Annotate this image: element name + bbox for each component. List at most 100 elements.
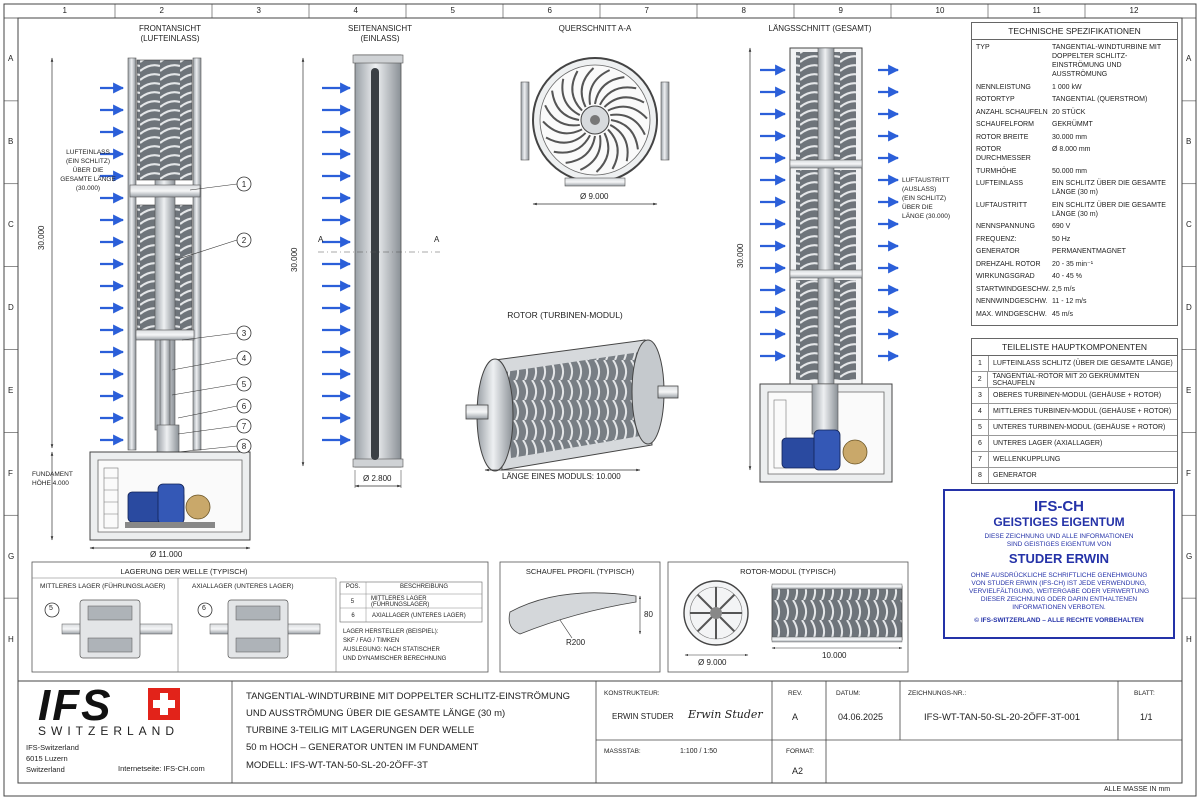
long-height-dim: 30.000 [736,243,745,268]
grid-row-label-left: E [8,385,14,395]
part-description: WELLENKUPPLUNG [993,456,1061,463]
parts-row: 1 LUFTEINLASS SCHLITZ (ÜBER DIE GESAMTE L… [972,356,1177,372]
note-line: Switzerland [26,765,65,774]
spec-row: LUFTAUSTRITT EIN SCHLITZ ÜBER DIE GESAMTE… [972,201,1177,219]
grid-row-label-right: G [1186,551,1193,561]
grid-col-label: 1 [62,6,67,15]
blade-height-dim: 80 [644,610,653,619]
spec-key: MAX. WINDGESCHW. [976,310,1047,318]
front-height-dim: 30.000 [37,225,46,250]
front-view [89,57,251,541]
company-logo-sub: SWITZERLAND [38,724,180,738]
spec-key: TURMHÖHE [976,167,1017,175]
note-line: FUNDAMENT [32,471,73,478]
designer-label: KONSTRUKTEUR: [604,690,660,697]
spec-row: WIRKUNGSGRAD 40 - 45 % [972,272,1177,281]
module-dia-dim: Ø 9.000 [698,658,727,667]
grid-row-label-left: A [8,54,14,64]
date-value: 04.06.2025 [838,712,884,722]
bearing-drawings [44,599,321,659]
ip-legal: OHNE AUSDRÜCKLICHE SCHRIFTLICHE GENEHMIG… [968,572,1150,611]
grid-col-label: 2 [159,6,164,15]
spec-value: 690 V [1052,223,1071,230]
grid-col-label: 3 [256,6,261,15]
spec-value: TANGENTIAL-WINDTURBINE MIT DOPPELTER SCH… [1052,44,1162,78]
balloon-number: 6 [242,402,247,411]
part-number: 4 [972,404,989,419]
front-view-title: FRONTANSICHT (LUFTEINLASS) [138,24,202,43]
part-description: UNTERES TURBINEN-MODUL (GEHÄUSE + ROTOR) [993,424,1166,431]
spec-title: TECHNISCHE SPEZIFIKATIONEN [972,23,1177,40]
grid-col-label: 10 [935,6,945,15]
spec-value: 11 - 12 m/s [1052,298,1087,305]
note-line: UND AUSSTRÖMUNG ÜBER DIE GESAMTE LÄNGE (… [246,708,506,719]
outlet-note: LUFTAUSTRITT (AUSLASS) (EIN SCHLITZ) ÜBER D… [902,176,950,221]
parts-title: TEILELISTE HAUPTKOMPONENTEN [972,339,1177,356]
note-line: ÜBER DIE [72,167,104,174]
spec-row: ROTOR DURCHMESSER Ø 8.000 mm [972,145,1177,163]
bearing-title: LAGERUNG DER WELLE (TYPISCH) [120,567,248,576]
parts-row: 8 GENERATOR [972,468,1177,483]
note-line: SKF / FAG / TIMKEN [343,638,400,644]
spec-row: SCHAUFELFORM GEKRÜMMT [972,120,1177,129]
grid-col-label: 8 [741,6,746,15]
rotor-title: ROTOR (TURBINEN-MODUL) [507,310,623,320]
spec-value: PERMANENTMAGNET [1052,248,1126,255]
balloon-number: 2 [242,236,247,245]
part-number: 2 [972,372,989,387]
balloon-number: 7 [242,422,247,431]
note-line: 6015 Luzern [26,754,68,763]
spec-key: DREHZAHL ROTOR [976,260,1041,268]
bearing-table-row: 6 AXIALLAGER (UNTERES LAGER) [340,609,482,623]
note-line: GESAMTE LÄNGE [60,176,116,183]
model-number: MODELL: IFS-WT-TAN-50-SL-20-2ÖFF-3T [246,760,428,771]
module-title: ROTOR-MODUL (TYPISCH) [740,567,836,576]
cross-section [520,57,670,206]
section-mark-left: A [318,235,324,244]
note-line: LUFTAUSTRITT [902,177,950,184]
spec-row: MAX. WINDGESCHW. 45 m/s [972,310,1177,319]
inlet-arrows-side [322,82,352,446]
spec-row: STARTWINDGESCHW. 2,5 m/s [972,285,1177,294]
module-drawings [683,580,903,657]
designer-signature: Erwin Studer [688,708,763,721]
parts-table: TEILELISTE HAUPTKOMPONENTEN 1 LUFTEINLASS… [971,338,1178,484]
balloon-number: 1 [242,180,247,189]
note-line: TURBINE 3-TEILIG MIT LAGERUNGEN DER WELL… [246,725,475,736]
note-line: LAGER HERSTELLER (BEISPIEL): [343,629,439,635]
section-mark-right: A [434,235,440,244]
balloon-number: 4 [242,354,247,363]
bearing-desc: MITTLERES LAGER (FÜHRUNGSLAGER) [370,596,430,608]
note-line: (EIN SCHLITZ) [902,195,947,202]
bearing-balloon-6: 6 [202,605,206,612]
company-address: IFS-Switzerland 6015 Luzern Switzerland [26,742,79,775]
spec-key: ANZAHL SCHAUFELN [976,108,1048,116]
spec-row: TYP TANGENTIAL-WINDTURBINE MIT DOPPELTER … [972,43,1177,79]
grid-row-label-left: G [8,551,15,561]
spec-row: LUFTEINLASS EIN SCHLITZ ÜBER DIE GESAMTE … [972,179,1177,197]
spec-value: 45 m/s [1052,310,1074,318]
balloon-number: 3 [242,329,247,338]
part-number: 5 [972,420,989,435]
spec-key: SCHAUFELFORM [976,121,1034,128]
bearing-notes: LAGER HERSTELLER (BEISPIEL): SKF / FAG / … [343,628,446,664]
grid-row-label-right: D [1186,303,1192,313]
note-line: AUSLEGUNG: NACH STATISCHER [343,647,440,653]
grid-row-label-right: H [1186,634,1192,644]
note-line: UND DYNAMISCHER BERECHNUNG [343,656,447,662]
spec-key: TYP [976,44,990,51]
format-value: A2 [792,766,804,776]
designer-name: ERWIN STUDER [612,712,674,721]
side-height-dim: 30.000 [290,247,299,272]
grid-col-label: 7 [644,6,649,15]
parts-row: 4 MITTLERES TURBINEN-MODUL (GEHÄUSE + ROT… [972,404,1177,420]
parts-row: 2 TANGENTIAL-ROTOR MIT 20 GEKRÜMMTEN SCHA… [972,372,1177,388]
grid-row-label-left: D [8,303,14,313]
spec-key: NENNLEISTUNG [976,83,1031,91]
ip-owner: STUDER ERWIN [1008,551,1110,566]
bearing-table: POS. BESCHREIBUNG 5 MITTLERES LAGER (FÜHRUN… [340,584,482,623]
scale-label: MASSSTAB: [604,748,641,755]
company-web: Internetseite: IFS-CH.com [118,764,205,773]
spec-key: STARTWINDGESCHW. [976,285,1051,293]
spec-value: 2,5 m/s [1052,285,1075,293]
